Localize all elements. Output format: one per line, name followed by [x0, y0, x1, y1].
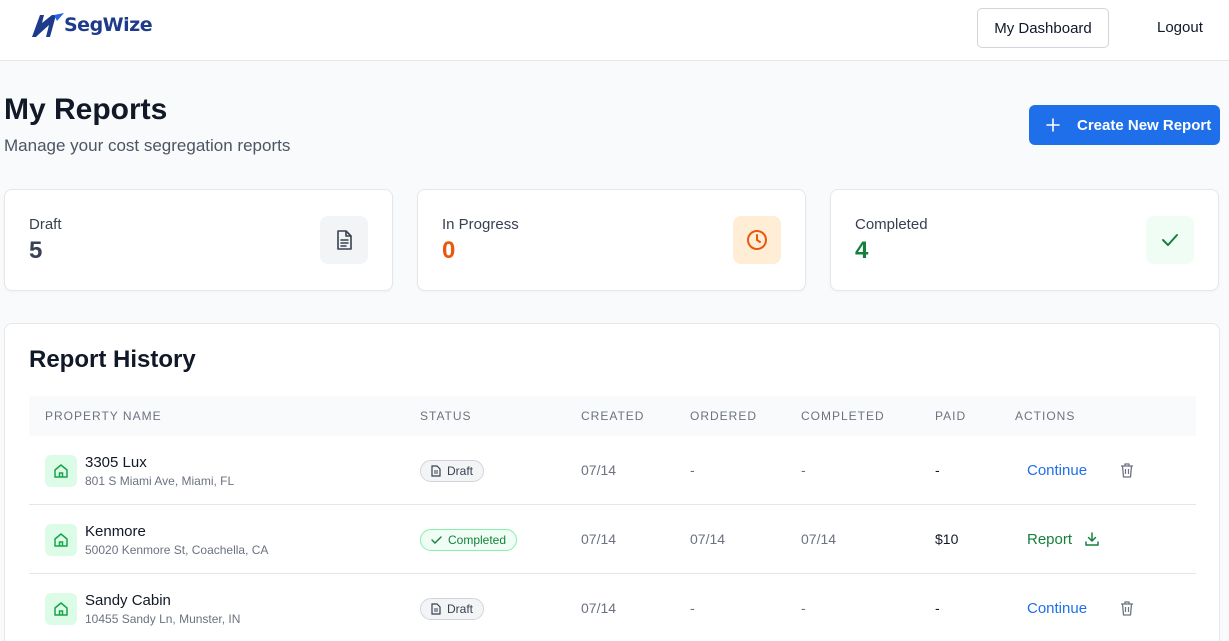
- property-name: Kenmore: [85, 523, 146, 540]
- completed-date: 07/14: [801, 531, 837, 547]
- page-title: My Reports: [4, 93, 168, 126]
- stat-card-draft: Draft 5: [4, 189, 393, 291]
- ordered-date: 07/14: [690, 531, 726, 547]
- logout-link[interactable]: Logout: [1157, 19, 1203, 36]
- logo-text: SegWize: [64, 14, 153, 36]
- stat-label: Completed: [855, 216, 928, 233]
- my-dashboard-button[interactable]: My Dashboard: [977, 8, 1109, 48]
- home-icon: [45, 524, 77, 556]
- created-date: 07/14: [581, 600, 617, 616]
- property-address: 801 S Miami Ave, Miami, FL: [85, 474, 235, 488]
- clock-icon: [733, 216, 781, 264]
- report-history-title: Report History: [29, 346, 196, 373]
- table-header: Property Name Status Created Ordered Com…: [29, 396, 1196, 436]
- page-subtitle: Manage your cost segregation reports: [4, 136, 291, 155]
- table-row[interactable]: 3305 Lux 801 S Miami Ave, Miami, FL Draf…: [29, 436, 1196, 505]
- download-icon[interactable]: [1084, 531, 1100, 547]
- ordered-date: -: [690, 600, 695, 616]
- column-header: Created: [581, 409, 645, 423]
- check-icon: [1146, 216, 1194, 264]
- completed-date: -: [801, 462, 806, 478]
- status-label: Draft: [447, 602, 474, 616]
- document-icon: [431, 603, 441, 615]
- report-link[interactable]: Report: [1027, 531, 1072, 548]
- logo-mark-icon: [32, 13, 64, 37]
- continue-link[interactable]: Continue: [1027, 600, 1087, 617]
- ordered-date: -: [690, 462, 695, 478]
- column-header: Paid: [935, 409, 967, 423]
- trash-icon[interactable]: [1119, 600, 1135, 616]
- completed-date: -: [801, 600, 806, 616]
- column-header: Status: [420, 409, 472, 423]
- home-icon: [45, 455, 77, 487]
- top-navigation-bar: SegWize My Dashboard Logout: [0, 0, 1229, 61]
- trash-icon[interactable]: [1119, 462, 1135, 478]
- property-name: Sandy Cabin: [85, 592, 171, 609]
- status-badge: Draft: [420, 598, 485, 620]
- status-badge: Completed: [420, 529, 518, 551]
- plus-icon: [1046, 118, 1060, 132]
- property-address: 50020 Kenmore St, Coachella, CA: [85, 543, 269, 557]
- check-icon: [431, 536, 442, 544]
- paid-amount: $10: [935, 531, 959, 547]
- document-icon: [320, 216, 368, 264]
- table-row[interactable]: Kenmore 50020 Kenmore St, Coachella, CA …: [29, 505, 1196, 574]
- stat-value: 4: [855, 237, 869, 264]
- segwize-logo[interactable]: SegWize: [30, 11, 153, 39]
- table-row[interactable]: Sandy Cabin 10455 Sandy Ln, Munster, IN …: [29, 574, 1196, 641]
- stat-card-in-progress: In Progress 0: [417, 189, 806, 291]
- paid-amount: -: [935, 462, 940, 478]
- stat-value: 0: [442, 237, 456, 264]
- column-header: Completed: [801, 409, 885, 423]
- paid-amount: -: [935, 600, 940, 616]
- stat-label: In Progress: [442, 216, 519, 233]
- property-name: 3305 Lux: [85, 454, 147, 471]
- created-date: 07/14: [581, 462, 617, 478]
- created-date: 07/14: [581, 531, 617, 547]
- status-label: Completed: [448, 533, 507, 547]
- continue-link[interactable]: Continue: [1027, 462, 1087, 479]
- stat-card-completed: Completed 4: [830, 189, 1219, 291]
- create-new-report-button[interactable]: Create New Report: [1029, 105, 1220, 145]
- column-header: Property Name: [45, 409, 162, 423]
- document-icon: [431, 465, 441, 477]
- stat-label: Draft: [29, 216, 62, 233]
- status-label: Draft: [447, 464, 474, 478]
- status-badge: Draft: [420, 460, 485, 482]
- property-address: 10455 Sandy Ln, Munster, IN: [85, 612, 241, 626]
- column-header: Ordered: [690, 409, 758, 423]
- report-history-panel: Report History Property Name Status Crea…: [4, 323, 1220, 641]
- create-new-report-label: Create New Report: [1077, 116, 1212, 134]
- stat-value: 5: [29, 237, 43, 264]
- column-header: Actions: [1015, 409, 1076, 423]
- home-icon: [45, 593, 77, 625]
